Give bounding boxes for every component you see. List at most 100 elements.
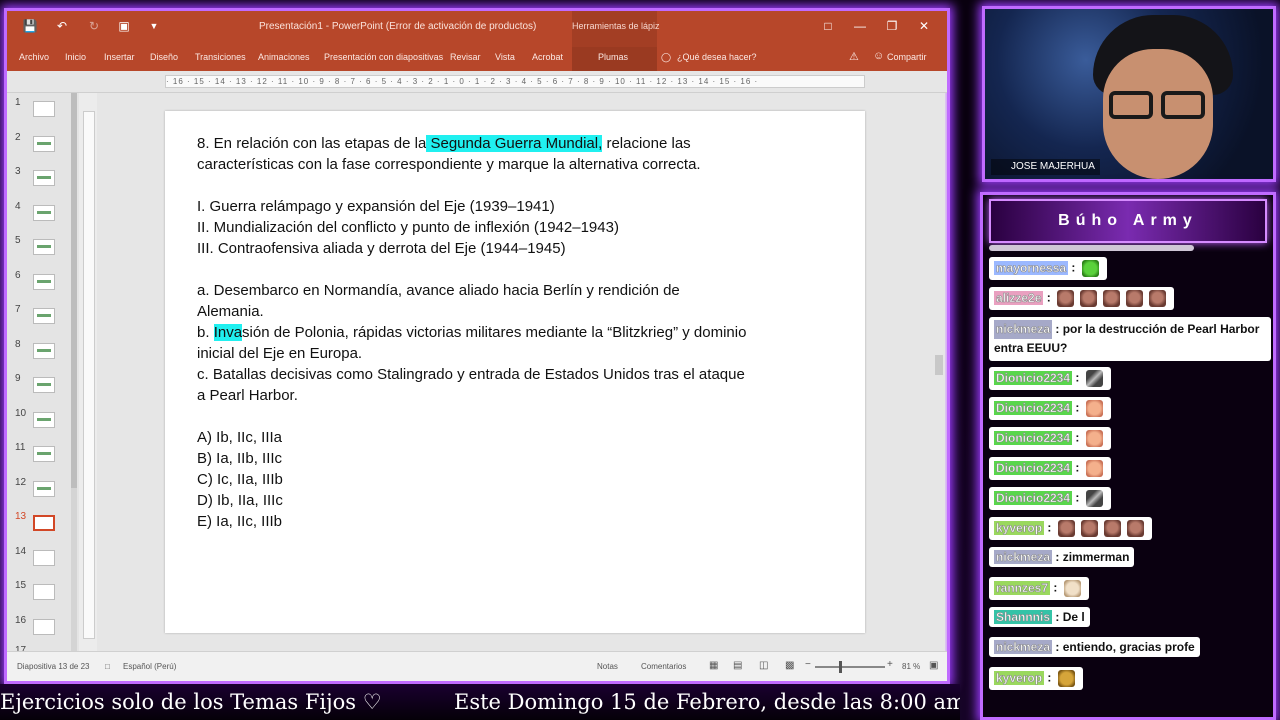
chat-username[interactable]: rannzes7 [994, 580, 1051, 595]
slide-scrollbar[interactable] [933, 93, 945, 653]
tell-me-search[interactable]: ¿Qué desea hacer? [677, 52, 757, 62]
zoom-slider-handle[interactable] [839, 661, 842, 673]
tab-plumas[interactable]: Plumas [598, 52, 628, 62]
cat-emote-icon [1063, 580, 1081, 597]
tab-insertar[interactable]: Insertar [104, 52, 135, 62]
fit-slide-icon[interactable]: ▣ [929, 660, 938, 671]
undo-icon[interactable]: ↶ [53, 17, 71, 35]
customize-toolbar-icon[interactable]: ▼ [145, 17, 163, 35]
restore-icon[interactable]: ❐ [883, 19, 901, 33]
chat-sep: : [1068, 260, 1079, 275]
thumbnail-slide[interactable]: 7 [11, 304, 75, 334]
thumbnail-slide[interactable]: 15 [11, 580, 75, 610]
tab-diseno[interactable]: Diseño [150, 52, 178, 62]
thumb-number: 12 [15, 477, 27, 488]
thumb-number: 5 [15, 235, 21, 246]
tab-inicio[interactable]: Inicio [65, 52, 86, 62]
chat-username[interactable]: alizze2e [994, 290, 1044, 305]
save-icon[interactable]: 💾 [21, 17, 39, 35]
comments-button[interactable]: Comentarios [641, 662, 686, 671]
ribbon-tabs: Archivo Inicio Insertar Diseño Transicio… [7, 47, 947, 71]
thumbnail-slide[interactable]: 9 [11, 373, 75, 403]
chat-username[interactable]: Dionicio2234 [994, 490, 1073, 505]
chat-sep: : [1050, 580, 1061, 595]
vertical-ruler [83, 111, 95, 639]
thumb-number: 8 [15, 339, 21, 350]
chat-sep: : [1052, 610, 1063, 624]
chat-sep: : [1072, 460, 1083, 475]
close-icon[interactable]: ✕ [915, 19, 933, 33]
chat-sep: : [1072, 490, 1083, 505]
tool-emote-icon [1085, 370, 1103, 387]
reading-view-icon[interactable]: ◫ [759, 660, 768, 671]
slide-13[interactable]: 8. En relación con las etapas de la Segu… [165, 111, 865, 633]
tab-revisar[interactable]: Revisar [450, 52, 481, 62]
participant-name: JOSE MAJERHUA [1011, 161, 1095, 172]
zoom-slider[interactable] [815, 666, 885, 668]
chat-username[interactable]: kyverop [994, 520, 1045, 535]
chat-username[interactable]: Shannnis [994, 610, 1053, 624]
share-button[interactable]: Compartir [887, 52, 927, 62]
thumb-number: 3 [15, 166, 21, 177]
thumbnail-slide[interactable]: 10 [11, 408, 75, 438]
characteristic-item: c. Batallas decisivas como Stalingrado y… [197, 366, 745, 383]
thumbnails-scrollbar-handle[interactable] [71, 93, 77, 488]
tab-archivo[interactable]: Archivo [19, 52, 49, 62]
chat-username[interactable]: nickmeza [994, 550, 1053, 564]
thumbnail-slide[interactable]: 14 [11, 546, 75, 576]
thumbnail-slide[interactable]: 16 [11, 615, 75, 645]
language-status[interactable]: Español (Perú) [123, 662, 176, 671]
tab-transiciones[interactable]: Transiciones [195, 52, 246, 62]
chat-username[interactable]: nickmeza [994, 640, 1053, 654]
thumb-image [33, 584, 55, 600]
present-icon[interactable]: ▣ [115, 17, 133, 35]
chat-username[interactable]: kyverop [994, 670, 1045, 685]
chat-username[interactable]: mayornessa [994, 260, 1069, 275]
minimize-icon[interactable]: — [851, 19, 869, 33]
pen-tools-title: Herramientas de lápiz [572, 21, 660, 31]
thumbnail-slide[interactable]: 3 [11, 166, 75, 196]
thumb-image [33, 136, 55, 152]
tab-acrobat[interactable]: Acrobat [532, 52, 563, 62]
slideshow-view-icon[interactable]: ▩ [785, 660, 794, 671]
tab-vista[interactable]: Vista [495, 52, 515, 62]
slide-scrollbar-handle[interactable] [935, 355, 943, 375]
zoom-out-icon[interactable]: − [805, 659, 811, 670]
status-bar: Diapositiva 13 de 23 □ Español (Perú) No… [7, 651, 947, 681]
slide-textbox[interactable]: 8. En relación con las etapas de la Segu… [197, 133, 837, 532]
thumbnail-slide[interactable]: 4 [11, 201, 75, 231]
thumbnail-slide[interactable]: 5 [11, 235, 75, 265]
sorter-view-icon[interactable]: ▤ [733, 660, 742, 671]
owl-emote-icon [1057, 670, 1075, 687]
chat-message: kyverop : [989, 517, 1152, 540]
tab-presentacion[interactable]: Presentación con diapositivas [324, 52, 443, 62]
answer-option: D) Ib, IIa, IIIc [197, 492, 283, 509]
thumbnail-slide[interactable]: 12 [11, 477, 75, 507]
bear-emote-icon [1126, 290, 1144, 307]
thumbnail-slide[interactable]: 11 [11, 442, 75, 472]
chat-message: mayornessa : [989, 257, 1107, 280]
tab-animaciones[interactable]: Animaciones [258, 52, 310, 62]
notes-button[interactable]: Notas [597, 662, 618, 671]
chat-username[interactable]: Dionicio2234 [994, 400, 1073, 415]
chat-username[interactable]: Dionicio2234 [994, 370, 1073, 385]
zoom-level[interactable]: 81 % [902, 662, 920, 671]
thumbnail-slide[interactable]: 8 [11, 339, 75, 369]
normal-view-icon[interactable]: ▦ [709, 660, 718, 671]
spellcheck-icon[interactable]: □ [105, 662, 110, 671]
horizontal-ruler: · 16 · 15 · 14 · 13 · 12 · 11 · 10 · 9 ·… [7, 71, 947, 93]
chat-username[interactable]: Dionicio2234 [994, 460, 1073, 475]
thumbnail-slide-selected[interactable]: 13 [11, 511, 75, 541]
thumb-image [33, 239, 55, 255]
chat-username[interactable]: nickmeza [994, 320, 1053, 339]
thumbnail-slide[interactable]: 2 [11, 132, 75, 162]
zoom-in-icon[interactable]: + [887, 659, 893, 670]
thumbnail-slide[interactable]: 6 [11, 270, 75, 300]
window-title: Presentación1 - PowerPoint (Error de act… [259, 21, 537, 32]
bear-emote-icon [1057, 520, 1075, 537]
ribbon-display-icon[interactable]: □ [819, 19, 837, 33]
thumbnail-slide[interactable]: 1 [11, 97, 75, 127]
redo-icon[interactable]: ↻ [85, 17, 103, 35]
chat-username[interactable]: Dionicio2234 [994, 430, 1073, 445]
